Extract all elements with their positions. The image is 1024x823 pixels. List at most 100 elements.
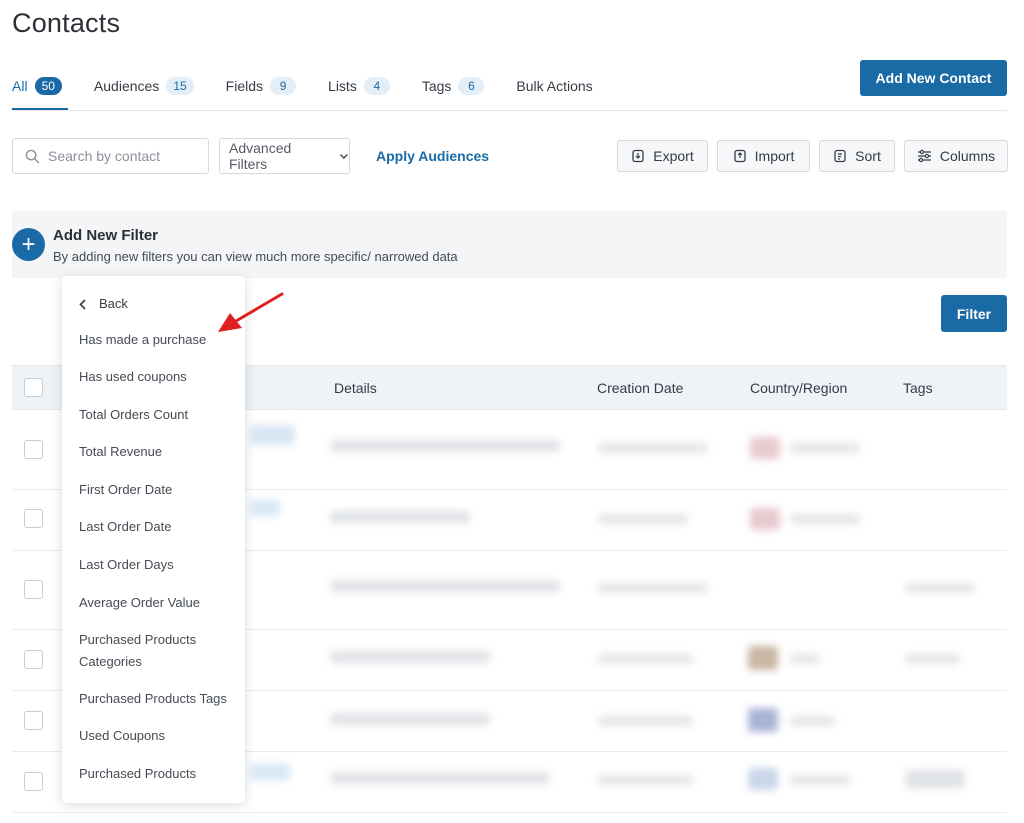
add-new-contact-button[interactable]: Add New Contact (860, 60, 1007, 96)
blurred-tags (905, 583, 975, 593)
export-label: Export (653, 148, 694, 164)
blurred-details (330, 713, 490, 725)
chevron-left-icon (79, 298, 86, 310)
advanced-filters-label: Advanced Filters (229, 140, 292, 172)
blurred-details (330, 772, 550, 784)
tab-label: Tags (421, 78, 452, 94)
import-icon (734, 149, 746, 163)
row-checkbox[interactable] (24, 509, 43, 528)
tab-label: All (12, 78, 28, 94)
blurred-tags (905, 770, 965, 788)
blurred-details (330, 580, 560, 592)
blurred-details (330, 440, 560, 452)
column-header-tags[interactable]: Tags (903, 380, 933, 396)
filter-button[interactable]: Filter (941, 295, 1007, 332)
apply-audiences-link[interactable]: Apply Audiences (376, 148, 489, 164)
blurred-avatar (250, 425, 295, 445)
tab-audiences[interactable]: Audiences 15 (94, 74, 194, 98)
search-icon (25, 149, 40, 163)
blurred-date (598, 514, 688, 524)
filter-panel (12, 211, 1007, 278)
menu-item-purchased-products-categories[interactable]: Purchased Products Categories (79, 629, 219, 673)
count-badge: 50 (34, 77, 62, 95)
add-filter-subtitle: By adding new filters you can view much … (53, 249, 458, 264)
blurred-avatar (250, 764, 290, 780)
blurred-date (598, 716, 693, 726)
sort-button[interactable]: Sort (819, 140, 895, 172)
blurred-date (598, 654, 693, 664)
sort-icon (834, 149, 846, 163)
search-input[interactable]: Search by contact (12, 138, 209, 174)
blurred-avatar (250, 500, 280, 516)
tab-fields[interactable]: Fields 9 (225, 74, 297, 98)
back-label: Back (99, 296, 128, 311)
column-header-details[interactable]: Details (334, 380, 377, 396)
tab-label: Lists (328, 78, 357, 94)
tab-label: Audiences (93, 78, 160, 94)
blurred-details (330, 511, 470, 523)
columns-button[interactable]: Columns (904, 140, 1008, 172)
annotation-arrow-icon (218, 292, 284, 332)
row-divider (12, 812, 1007, 813)
blurred-flag (750, 508, 780, 530)
blurred-flag (748, 768, 778, 790)
blurred-tags (905, 654, 960, 664)
menu-item-purchased-products[interactable]: Purchased Products (79, 763, 239, 785)
menu-item-average-order-value[interactable]: Average Order Value (79, 592, 239, 614)
row-checkbox[interactable] (24, 711, 43, 730)
blurred-flag (748, 708, 778, 732)
tab-tags[interactable]: Tags 6 (422, 74, 485, 98)
menu-item-total-revenue[interactable]: Total Revenue (79, 441, 239, 463)
count-badge: 4 (363, 77, 390, 95)
blurred-country (790, 716, 835, 726)
row-checkbox[interactable] (24, 650, 43, 669)
blurred-date (598, 443, 708, 453)
count-badge: 15 (166, 77, 194, 95)
row-checkbox[interactable] (24, 772, 43, 791)
export-button[interactable]: Export (617, 140, 708, 172)
sort-label: Sort (855, 148, 881, 164)
tab-all[interactable]: All 50 (12, 74, 62, 98)
tab-bar: All 50 Audiences 15 Fields 9 Lists 4 Tag… (12, 74, 625, 98)
divider (12, 110, 1007, 111)
column-header-country-region[interactable]: Country/Region (750, 380, 847, 396)
sliders-icon (917, 149, 931, 163)
tab-label: Fields (225, 78, 264, 94)
menu-item-total-orders-count[interactable]: Total Orders Count (79, 404, 239, 426)
columns-label: Columns (939, 148, 996, 164)
blurred-details (330, 651, 490, 663)
export-icon (632, 149, 644, 163)
menu-item-used-coupons[interactable]: Used Coupons (79, 725, 239, 747)
menu-item-has-used-coupons[interactable]: Has used coupons (79, 366, 239, 388)
menu-item-first-order-date[interactable]: First Order Date (79, 479, 239, 501)
count-badge: 6 (458, 77, 485, 95)
blurred-country (790, 514, 860, 524)
row-checkbox[interactable] (24, 440, 43, 459)
menu-item-purchased-products-tags[interactable]: Purchased Products Tags (79, 688, 239, 710)
count-badge: 9 (270, 77, 297, 95)
row-checkbox[interactable] (24, 580, 43, 599)
blurred-country (790, 443, 860, 453)
add-filter-title: Add New Filter (53, 227, 159, 244)
page-title: Contacts (12, 8, 121, 38)
add-filter-button[interactable]: + (12, 228, 45, 261)
tab-lists[interactable]: Lists 4 (328, 74, 390, 98)
blurred-date (598, 583, 708, 593)
tab-bulk-actions[interactable]: Bulk Actions (516, 74, 592, 98)
plus-icon: + (21, 230, 36, 258)
filter-options-dropdown: Back Has made a purchase Has used coupon… (62, 276, 245, 803)
blurred-flag (750, 437, 780, 459)
import-label: Import (754, 148, 795, 164)
blurred-country (790, 654, 820, 664)
menu-item-last-order-date[interactable]: Last Order Date (79, 516, 239, 538)
search-placeholder: Search by contact (48, 148, 161, 164)
column-header-creation-date[interactable]: Creation Date (597, 380, 683, 396)
select-all-checkbox[interactable] (24, 378, 43, 397)
tab-label: Bulk Actions (516, 78, 593, 94)
import-button[interactable]: Import (717, 140, 810, 172)
chevron-down-icon (340, 153, 349, 160)
advanced-filters-select[interactable]: Advanced Filters (219, 138, 350, 174)
menu-item-last-order-days[interactable]: Last Order Days (79, 554, 239, 576)
blurred-flag (748, 646, 778, 670)
blurred-country (790, 775, 850, 785)
